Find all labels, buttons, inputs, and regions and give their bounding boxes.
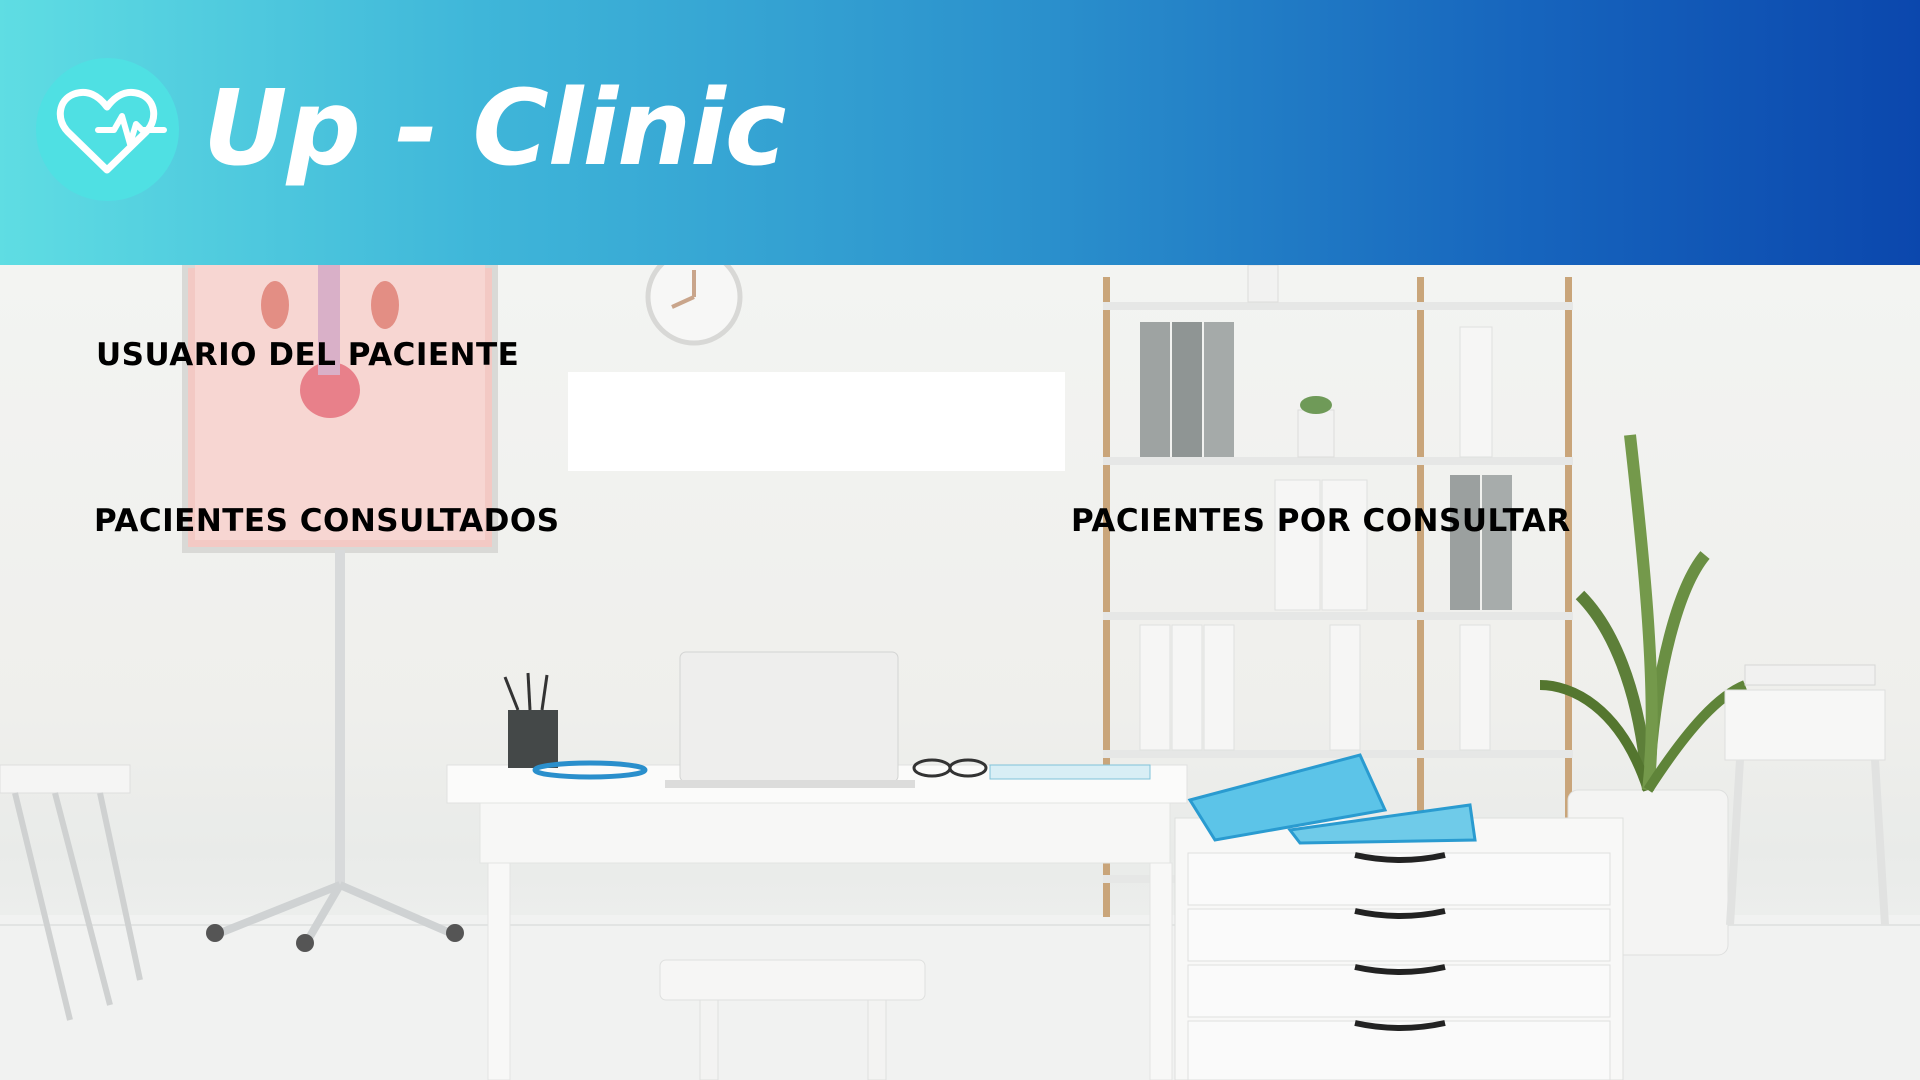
patient-user-label: USUARIO DEL PACIENTE [96, 337, 520, 373]
heart-pulse-icon [36, 58, 179, 201]
app-title: Up - Clinic [203, 67, 786, 189]
consulted-patients-label: PACIENTES CONSULTADOS [94, 503, 560, 539]
app-header: Up - Clinic [0, 0, 1920, 265]
patient-user-input[interactable] [568, 372, 1065, 471]
pending-patients-label: PACIENTES POR CONSULTAR [1071, 503, 1571, 539]
